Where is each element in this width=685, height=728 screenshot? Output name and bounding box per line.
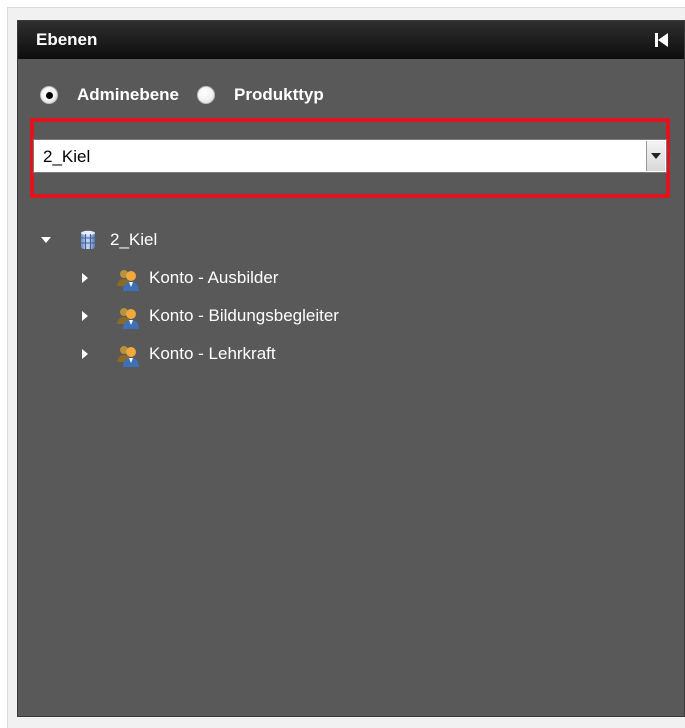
radio-label-produkttyp[interactable]: Produkttyp xyxy=(234,85,324,105)
dropdown-arrow-icon[interactable] xyxy=(646,141,665,171)
radio-selected-dot xyxy=(45,91,53,99)
level-select[interactable]: 2_Kiel xyxy=(33,139,667,173)
tree-node-konto-bildungsbegleiter[interactable]: Konto - Bildungsbegleiter xyxy=(79,303,339,329)
radio-adminebene[interactable] xyxy=(40,86,58,104)
database-icon xyxy=(76,228,100,252)
tree-node-konto-lehrkraft[interactable]: Konto - Lehrkraft xyxy=(79,341,276,367)
radio-produkttyp[interactable] xyxy=(197,86,216,104)
collapsed-triangle-icon[interactable] xyxy=(79,348,91,360)
tree-node-label: 2_Kiel xyxy=(110,230,158,249)
level-radio-group: Adminebene Produkttyp xyxy=(40,83,324,107)
user-group-icon xyxy=(115,304,139,329)
radio-label-adminebene[interactable]: Adminebene xyxy=(77,85,179,105)
tree-node-label: Konto - Bildungsbegleiter xyxy=(149,306,339,325)
panel-title: Ebenen xyxy=(36,30,98,49)
user-group-icon xyxy=(115,266,139,291)
user-group-icon xyxy=(115,342,139,367)
expanded-triangle-icon[interactable] xyxy=(40,234,52,246)
select-value: 2_Kiel xyxy=(43,147,91,166)
tree-node-konto-ausbilder[interactable]: Konto - Ausbilder xyxy=(79,265,278,291)
layers-panel: Ebenen Adminebene Produkttyp 2_Kiel 2_Ki… xyxy=(17,20,685,717)
panel-header: Ebenen xyxy=(18,21,684,59)
tree-node-root[interactable]: 2_Kiel xyxy=(40,227,157,253)
tree-node-label: Konto - Ausbilder xyxy=(149,268,279,287)
collapsed-triangle-icon[interactable] xyxy=(79,272,91,284)
collapse-left-icon[interactable] xyxy=(650,29,672,51)
tree-node-label: Konto - Lehrkraft xyxy=(149,344,276,363)
collapsed-triangle-icon[interactable] xyxy=(79,310,91,322)
